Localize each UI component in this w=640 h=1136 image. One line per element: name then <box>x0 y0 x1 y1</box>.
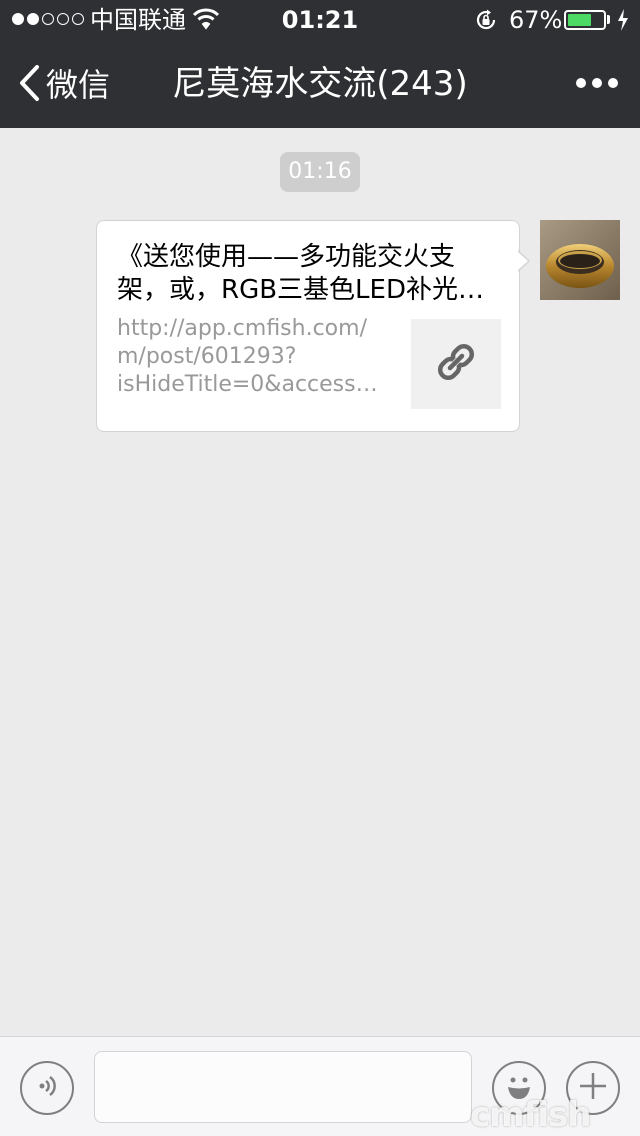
charging-icon <box>617 8 629 38</box>
link-title-line: 架，或，RGB三基色LED补光… <box>117 275 484 305</box>
more-button[interactable] <box>576 74 618 92</box>
link-title-line: 《送您使用——多功能交火支 <box>117 242 456 272</box>
battery-icon <box>564 10 606 30</box>
voice-icon <box>32 1071 62 1105</box>
chevron-left-icon <box>18 64 40 106</box>
emoji-button[interactable] <box>492 1061 546 1115</box>
link-url: http://app.cmfish.com/ m/post/601293? is… <box>117 315 387 399</box>
plus-button[interactable] <box>566 1061 620 1115</box>
link-icon <box>433 339 479 389</box>
message-timestamp: 01:16 <box>280 152 360 192</box>
link-url-line: m/post/601293? <box>117 344 297 369</box>
rotation-lock-icon <box>474 8 498 38</box>
more-dot <box>608 78 618 88</box>
battery-cap <box>607 15 610 24</box>
link-title: 《送您使用——多功能交火支 架，或，RGB三基色LED补光… <box>117 241 507 307</box>
battery-level <box>568 14 591 26</box>
back-button[interactable]: 微信 <box>18 64 110 106</box>
input-bar <box>0 1036 640 1136</box>
header: 中国联通 01:21 67% 微信 尼莫海水交流(243) <box>0 0 640 128</box>
link-thumbnail <box>411 319 501 409</box>
back-label: 微信 <box>46 66 111 104</box>
nav-bar: 微信 尼莫海水交流(243) <box>0 40 640 128</box>
link-url-line: http://app.cmfish.com/ <box>117 316 367 341</box>
plus-icon <box>577 1070 609 1106</box>
more-dot <box>592 78 602 88</box>
page-title: 尼莫海水交流(243) <box>172 64 468 104</box>
avatar[interactable] <box>540 220 620 300</box>
more-dot <box>576 78 586 88</box>
bubble-tail-fill <box>517 251 528 271</box>
emoji-icon <box>499 1066 539 1110</box>
link-message-bubble[interactable]: 《送您使用——多功能交火支 架，或，RGB三基色LED补光… http://ap… <box>96 220 520 432</box>
status-bar: 中国联通 01:21 67% <box>0 0 640 40</box>
voice-button[interactable] <box>20 1061 74 1115</box>
chat-screen: 中国联通 01:21 67% 微信 尼莫海水交流(243) 01:16 《送您使… <box>0 0 640 1136</box>
link-url-line: isHideTitle=0&access… <box>117 372 378 397</box>
battery-percent: 67% <box>509 6 563 34</box>
message-input[interactable] <box>94 1051 472 1123</box>
